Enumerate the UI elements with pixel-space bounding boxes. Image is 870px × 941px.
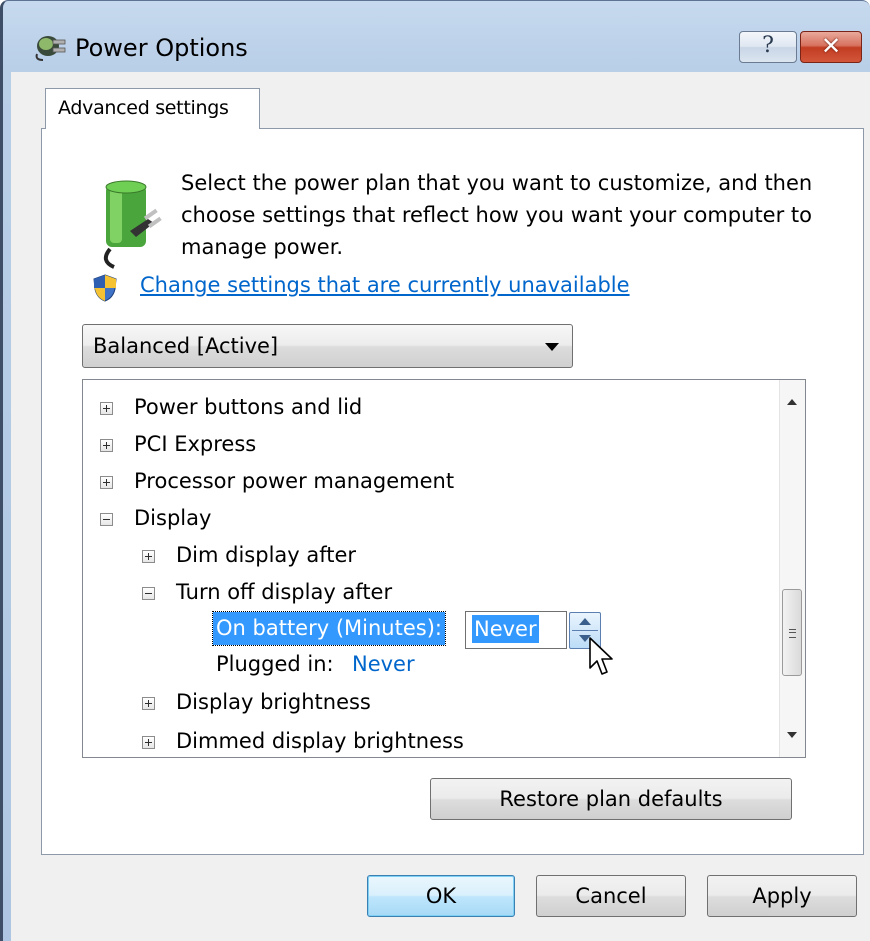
plus-expander-icon[interactable]: [100, 439, 113, 452]
chevron-down-icon[interactable]: [545, 343, 559, 351]
plus-expander-icon[interactable]: [100, 476, 113, 489]
change-settings-link[interactable]: Change settings that are currently unava…: [140, 273, 630, 297]
cancel-button[interactable]: Cancel: [536, 875, 686, 917]
scroll-up-icon[interactable]: [787, 399, 797, 405]
tree-item-label: PCI Express: [134, 432, 257, 456]
help-icon: ?: [762, 33, 774, 58]
mouse-cursor-icon: [589, 637, 613, 675]
scrollbar-thumb[interactable]: [782, 589, 802, 676]
ok-button[interactable]: OK: [367, 875, 515, 917]
close-button[interactable]: ✕: [800, 31, 862, 63]
apply-button[interactable]: Apply: [707, 875, 857, 917]
tree-item-label: Turn off display after: [176, 580, 393, 604]
plugged-in-value[interactable]: Never: [352, 652, 415, 676]
power-plan-select[interactable]: Balanced [Active]: [82, 324, 573, 368]
plus-expander-icon[interactable]: [100, 402, 113, 415]
vertical-scrollbar[interactable]: [779, 380, 805, 757]
dialog-client: Advanced settings Select the power plan …: [11, 72, 870, 941]
plus-expander-icon[interactable]: [142, 736, 155, 749]
tree-item-label: Power buttons and lid: [134, 395, 363, 419]
tab-page: Select the power plan that you want to c…: [41, 128, 864, 855]
scroll-down-icon[interactable]: [787, 732, 797, 738]
power-plan-value: Balanced [Active]: [93, 334, 279, 358]
intro-text: Select the power plan that you want to c…: [181, 171, 813, 259]
spin-up-icon[interactable]: [579, 618, 591, 625]
restore-plan-defaults-button[interactable]: Restore plan defaults: [430, 778, 792, 820]
close-icon: ✕: [820, 32, 842, 60]
minus-expander-icon[interactable]: [100, 513, 113, 526]
on-battery-label: On battery (Minutes):: [212, 611, 446, 646]
minus-expander-icon[interactable]: [142, 587, 155, 600]
help-button[interactable]: ?: [739, 31, 797, 63]
tree-item-label: Dimmed display brightness: [176, 729, 464, 753]
shield-icon: [93, 274, 117, 302]
window-title: Power Options: [75, 34, 248, 62]
tree-item-label: Display: [134, 506, 212, 530]
power-options-window: Power Options ? ✕ Advanced settings Sele…: [0, 0, 870, 941]
on-battery-value: Never: [472, 615, 539, 643]
tab-label: Advanced settings: [58, 97, 229, 119]
plugged-in-label: Plugged in:: [216, 652, 334, 676]
tree-item-label: Processor power management: [134, 469, 455, 493]
power-plug-icon: [35, 36, 66, 61]
plus-expander-icon[interactable]: [142, 697, 155, 710]
tree-item-label: Display brightness: [176, 690, 371, 714]
grip-icon: [789, 629, 796, 638]
tab-advanced-settings[interactable]: Advanced settings: [45, 88, 260, 129]
battery-icon: [103, 180, 162, 269]
tree-item-label: Dim display after: [176, 543, 357, 567]
settings-tree[interactable]: Power buttons and lid PCI Express Proces…: [82, 379, 806, 758]
title-bar[interactable]: Power Options ? ✕: [3, 1, 870, 63]
spin-divider: [572, 630, 598, 631]
plus-expander-icon[interactable]: [142, 550, 155, 563]
on-battery-input[interactable]: Never: [465, 611, 567, 649]
